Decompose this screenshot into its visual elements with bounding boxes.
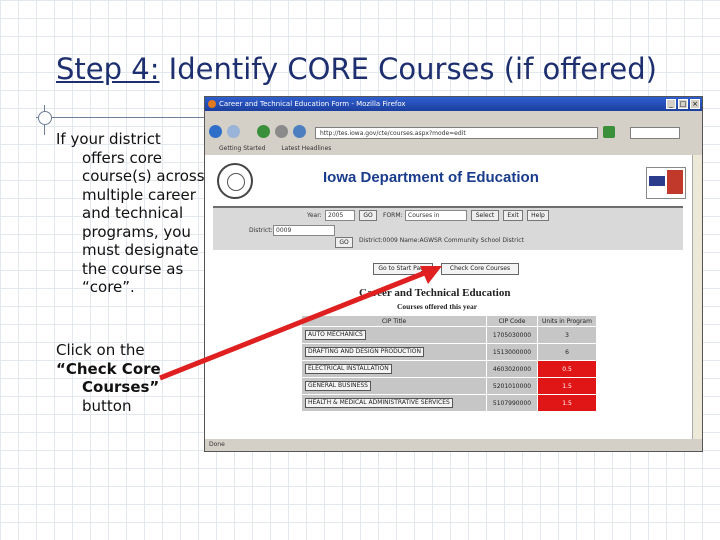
table-row: GENERAL BUSINESS 5201010000 1.5 bbox=[301, 377, 597, 395]
home-icon[interactable] bbox=[293, 125, 306, 138]
para1-text: If your district offers core course(s) a… bbox=[56, 130, 205, 296]
table-row: HEALTH & MEDICAL ADMINISTRATIVE SERVICES… bbox=[301, 394, 597, 412]
table-row: DRAFTING AND DESIGN PRODUCTION 1513000000… bbox=[301, 343, 597, 361]
bookmarks-toolbar: Getting Started Latest Headlines bbox=[205, 143, 702, 155]
title-text: Identify CORE Courses (if offered) bbox=[159, 52, 657, 86]
form-select[interactable]: Courses in Program bbox=[405, 210, 467, 221]
cip-code-cell: 5107990000 bbox=[486, 394, 538, 412]
exit-button[interactable]: Exit bbox=[503, 210, 523, 221]
iowa-seal-icon bbox=[217, 163, 253, 199]
table-header-row: CIP Title CIP Code Units in Program bbox=[301, 315, 597, 327]
units-cell: 0.5 bbox=[537, 360, 597, 378]
para2-line3: button bbox=[82, 396, 132, 415]
district-input[interactable]: 0009 bbox=[273, 225, 335, 236]
table-row: ELECTRICAL INSTALLATION 4603020000 0.5 bbox=[301, 360, 597, 378]
district-info: District:0009 Name:AGWSR Community Schoo… bbox=[359, 237, 524, 244]
course-name-cell: HEALTH & MEDICAL ADMINISTRATIVE SERVICES bbox=[301, 394, 487, 412]
form-label: FORM: bbox=[383, 212, 403, 219]
bookmark-latest-headlines[interactable]: Latest Headlines bbox=[281, 145, 331, 152]
cte-title: Career and Technical Education bbox=[359, 287, 511, 299]
window-controls: _ □ × bbox=[666, 99, 700, 109]
cip-code-cell: 5201010000 bbox=[486, 377, 538, 395]
check-core-courses-button[interactable]: Check Core Courses bbox=[441, 263, 519, 275]
status-bar: Done bbox=[205, 439, 702, 451]
course-name-cell: GENERAL BUSINESS bbox=[301, 377, 487, 395]
stop-icon[interactable] bbox=[275, 125, 288, 138]
units-cell: 6 bbox=[537, 343, 597, 361]
district-go-button[interactable]: GO bbox=[335, 237, 353, 248]
go-icon[interactable] bbox=[603, 126, 615, 138]
para2-line1: Click on the bbox=[56, 341, 145, 359]
cip-code-cell: 4603020000 bbox=[486, 360, 538, 378]
district-label: District: bbox=[249, 227, 273, 234]
page-heading: Iowa Department of Education bbox=[323, 169, 539, 186]
window-title: Career and Technical Education Form - Mo… bbox=[219, 100, 406, 108]
help-button[interactable]: Help bbox=[527, 210, 549, 221]
close-button[interactable]: × bbox=[690, 99, 700, 109]
reload-icon[interactable] bbox=[257, 125, 270, 138]
courses-table: CIP Title CIP Code Units in Program AUTO… bbox=[301, 315, 597, 412]
course-link-button[interactable]: GENERAL BUSINESS bbox=[305, 381, 371, 391]
go-to-start-page-button[interactable]: Go to Start Page bbox=[373, 263, 433, 275]
title-divider bbox=[36, 117, 206, 118]
search-box[interactable] bbox=[630, 127, 680, 139]
browser-titlebar: Career and Technical Education Form - Mo… bbox=[205, 97, 702, 111]
slide-title: Step 4: Identify CORE Courses (if offere… bbox=[56, 52, 657, 86]
units-cell: 3 bbox=[537, 326, 597, 344]
bookmark-getting-started[interactable]: Getting Started bbox=[219, 145, 265, 152]
units-cell: 1.5 bbox=[537, 377, 597, 395]
select-button[interactable]: Select bbox=[471, 210, 499, 221]
vertical-scrollbar[interactable] bbox=[692, 155, 702, 439]
year-input[interactable]: 2005 bbox=[325, 210, 355, 221]
menu-bar bbox=[205, 111, 702, 121]
units-cell: 1.5 bbox=[537, 394, 597, 412]
maximize-button[interactable]: □ bbox=[678, 99, 688, 109]
para2-bold: “Check Core Courses” bbox=[56, 359, 161, 397]
course-name-cell: ELECTRICAL INSTALLATION bbox=[301, 360, 487, 378]
forward-arrow-icon[interactable] bbox=[227, 125, 240, 138]
cip-code-cell: 1705030000 bbox=[486, 326, 538, 344]
course-name-cell: DRAFTING AND DESIGN PRODUCTION bbox=[301, 343, 487, 361]
col-units: Units in Program bbox=[537, 315, 597, 327]
course-name-cell: AUTO MECHANICS bbox=[301, 326, 487, 344]
instruction-paragraph: If your district offers core course(s) a… bbox=[56, 130, 206, 297]
table-row: AUTO MECHANICS 1705030000 3 bbox=[301, 326, 597, 344]
cte-subtitle: Courses offered this year bbox=[397, 302, 478, 311]
education-logo-icon bbox=[646, 167, 686, 199]
course-link-button[interactable]: DRAFTING AND DESIGN PRODUCTION bbox=[305, 347, 424, 357]
col-cip-title: CIP Title bbox=[301, 315, 487, 327]
col-cip-code: CIP Code bbox=[486, 315, 538, 327]
cip-code-cell: 1513000000 bbox=[486, 343, 538, 361]
course-link-button[interactable]: ELECTRICAL INSTALLATION bbox=[305, 364, 392, 374]
browser-window: Career and Technical Education Form - Mo… bbox=[204, 96, 703, 452]
year-go-button[interactable]: GO bbox=[359, 210, 377, 221]
course-link-button[interactable]: HEALTH & MEDICAL ADMINISTRATIVE SERVICES bbox=[305, 398, 453, 408]
form-panel: Year: 2005 GO FORM: Courses in Program S… bbox=[213, 206, 683, 250]
back-arrow-icon[interactable] bbox=[209, 125, 222, 138]
click-instruction: Click on the “Check Core Courses” button bbox=[56, 341, 206, 415]
navigation-toolbar: http://tes.iowa.gov/cte/courses.aspx?mod… bbox=[205, 121, 702, 143]
title-step: Step 4: bbox=[56, 52, 160, 86]
url-bar[interactable]: http://tes.iowa.gov/cte/courses.aspx?mod… bbox=[315, 127, 598, 139]
divider-circle bbox=[38, 111, 52, 125]
year-label: Year: bbox=[307, 212, 322, 219]
firefox-icon bbox=[208, 100, 216, 108]
page-content: Iowa Department of Education Year: 2005 … bbox=[205, 155, 692, 439]
minimize-button[interactable]: _ bbox=[666, 99, 676, 109]
course-link-button[interactable]: AUTO MECHANICS bbox=[305, 330, 366, 340]
